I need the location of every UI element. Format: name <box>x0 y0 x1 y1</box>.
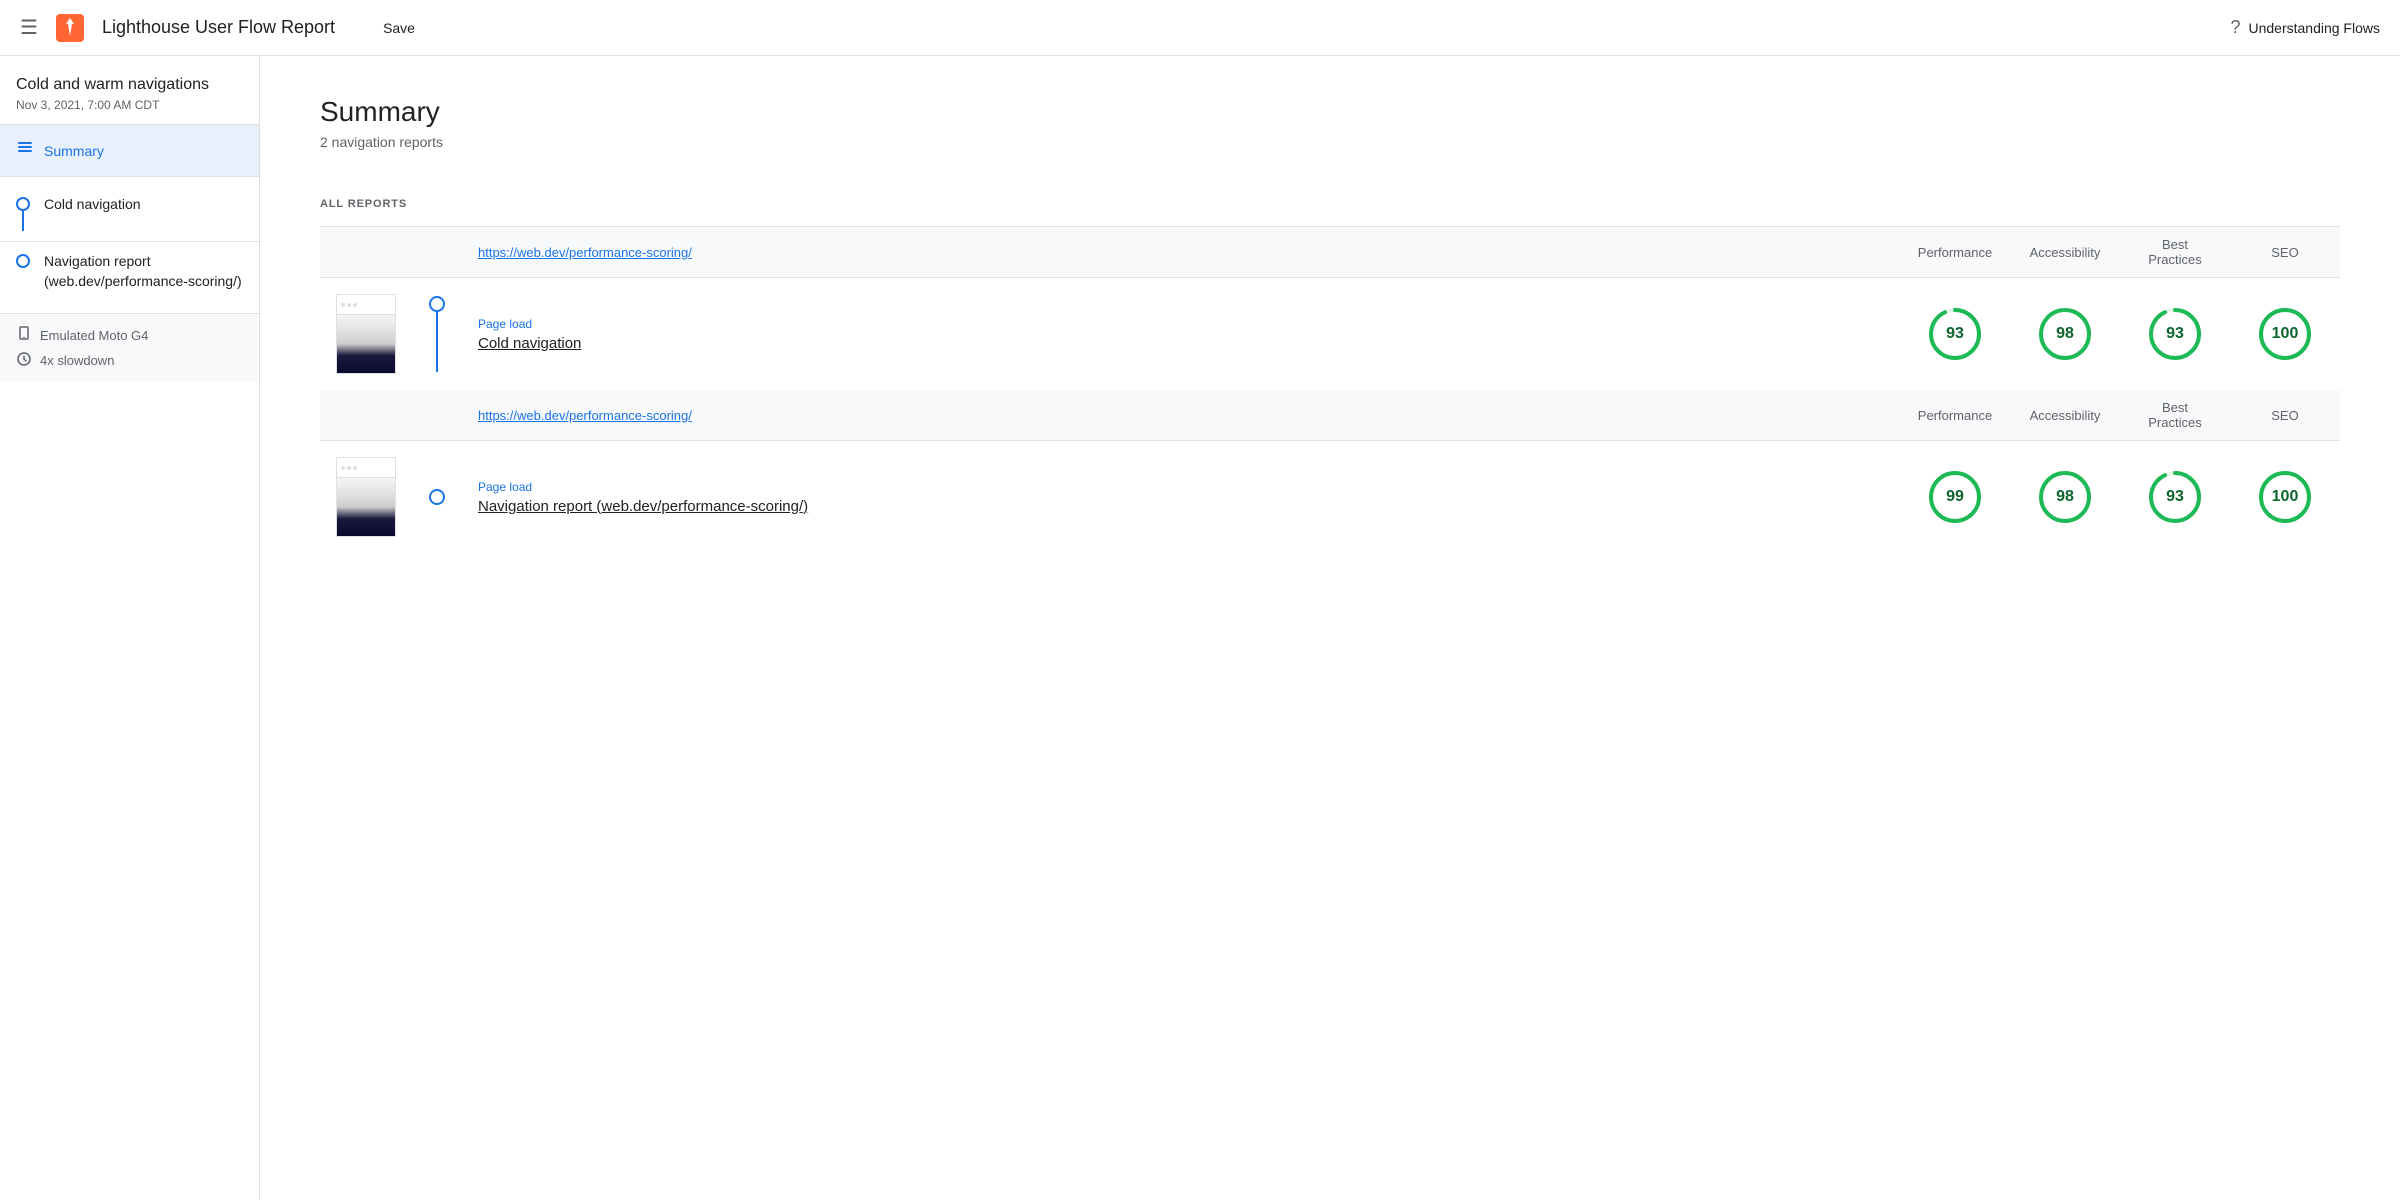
sidebar-device-info: Emulated Moto G4 4x slowdown <box>0 313 259 382</box>
summary-title: Summary <box>320 96 2340 128</box>
score-accessibility-1[interactable]: 98 <box>2010 278 2120 391</box>
score-circle-seo-1: 100 <box>2257 306 2313 362</box>
header-timeline-col <box>412 227 462 278</box>
device-label: Emulated Moto G4 <box>40 328 148 343</box>
score-value-acc-1: 98 <box>2056 325 2074 343</box>
score-performance-2[interactable]: 99 <box>1900 441 2010 554</box>
header-visual-col-2 <box>320 390 412 441</box>
col-performance-1: Performance <box>1900 227 2010 278</box>
score-seo-1[interactable]: 100 <box>2230 278 2340 391</box>
score-value-perf-1: 93 <box>1946 325 1964 343</box>
score-circle-acc-1: 98 <box>2037 306 2093 362</box>
score-circle-acc-2: 98 <box>2037 469 2093 525</box>
summary-icon <box>16 139 34 162</box>
slowdown-icon <box>16 351 32 370</box>
sidebar-project: Cold and warm navigations Nov 3, 2021, 7… <box>0 56 259 125</box>
col-seo-1: SEO <box>2230 227 2340 278</box>
col-performance-2: Performance <box>1900 390 2010 441</box>
col-seo-2: SEO <box>2230 390 2340 441</box>
timeline-col-1 <box>412 278 462 391</box>
nav-timeline-1 <box>16 197 30 231</box>
nav-dot-2 <box>16 254 30 268</box>
report-screenshot-1 <box>320 278 412 391</box>
page-load-label-1: Page load <box>478 317 1884 331</box>
score-value-seo-2: 100 <box>2272 488 2299 506</box>
score-circle-perf-1: 93 <box>1927 306 1983 362</box>
report-screenshot-2 <box>320 441 412 554</box>
report-body-row-2: Page load Navigation report (web.dev/per… <box>320 441 2340 554</box>
page-screenshot-2 <box>336 457 396 537</box>
score-performance-1[interactable]: 93 <box>1900 278 2010 391</box>
summary-subtitle: 2 navigation reports <box>320 134 2340 150</box>
score-bestpractices-1[interactable]: 93 <box>2120 278 2230 391</box>
score-bestpractices-2[interactable]: 93 <box>2120 441 2230 554</box>
col-best-practices-1: Best Practices <box>2120 227 2230 278</box>
device-info: Emulated Moto G4 <box>16 326 243 345</box>
report-table-2: https://web.dev/performance-scoring/ Per… <box>320 390 2340 553</box>
score-circle-bp-1: 93 <box>2147 306 2203 362</box>
page-screenshot-1 <box>336 294 396 374</box>
project-date: Nov 3, 2021, 7:00 AM CDT <box>16 98 243 112</box>
score-circle-seo-2: 100 <box>2257 469 2313 525</box>
timeline-line-1 <box>436 312 438 372</box>
score-value-acc-2: 98 <box>2056 488 2074 506</box>
slowdown-label: 4x slowdown <box>40 353 114 368</box>
score-accessibility-2[interactable]: 98 <box>2010 441 2120 554</box>
app-header: ☰ Lighthouse User Flow Report Save ? Und… <box>0 0 2400 56</box>
all-reports-label: ALL REPORTS <box>320 198 2340 210</box>
save-button[interactable]: Save <box>371 14 427 42</box>
header-left: ☰ Lighthouse User Flow Report Save <box>20 12 427 44</box>
score-seo-2[interactable]: 100 <box>2230 441 2340 554</box>
report-header-row-1: https://web.dev/performance-scoring/ Per… <box>320 227 2340 278</box>
summary-label: Summary <box>44 143 104 159</box>
report-body-row-1: Page load Cold navigation 93 <box>320 278 2340 391</box>
nav-label-report: Navigation report (web.dev/performance-s… <box>44 252 243 291</box>
report-info-1: Page load Cold navigation <box>462 278 1900 391</box>
col-accessibility-2: Accessibility <box>2010 390 2120 441</box>
report-url-2[interactable]: https://web.dev/performance-scoring/ <box>462 390 1900 441</box>
timeline-col-2 <box>412 441 462 554</box>
sidebar-item-cold-navigation[interactable]: Cold navigation <box>0 185 259 242</box>
summary-section: Summary 2 navigation reports <box>320 96 2340 150</box>
lighthouse-logo <box>54 12 86 44</box>
all-reports-section: ALL REPORTS https://web.dev/performance-… <box>320 198 2340 553</box>
project-title: Cold and warm navigations <box>16 76 243 94</box>
device-icon <box>16 326 32 345</box>
score-value-bp-2: 93 <box>2166 488 2184 506</box>
sidebar-nav: Cold navigation Navigation report (web.d… <box>0 177 259 309</box>
report-info-2: Page load Navigation report (web.dev/per… <box>462 441 1900 554</box>
score-circle-perf-2: 99 <box>1927 469 1983 525</box>
sidebar: Cold and warm navigations Nov 3, 2021, 7… <box>0 56 260 1200</box>
sidebar-item-navigation-report[interactable]: Navigation report (web.dev/performance-s… <box>0 242 259 301</box>
understanding-flows-label: Understanding Flows <box>2248 20 2380 36</box>
nav-timeline-2 <box>16 254 30 268</box>
slowdown-info: 4x slowdown <box>16 351 243 370</box>
report-url-1[interactable]: https://web.dev/performance-scoring/ <box>462 227 1900 278</box>
nav-line-1 <box>22 211 24 231</box>
sidebar-summary[interactable]: Summary <box>0 125 259 177</box>
main-content: Summary 2 navigation reports ALL REPORTS… <box>260 56 2400 1200</box>
score-value-seo-1: 100 <box>2272 325 2299 343</box>
help-icon: ? <box>2230 17 2240 38</box>
header-timeline-col-2 <box>412 390 462 441</box>
col-accessibility-1: Accessibility <box>2010 227 2120 278</box>
score-value-bp-1: 93 <box>2166 325 2184 343</box>
nav-dot-1 <box>16 197 30 211</box>
timeline-dot-1 <box>429 296 445 312</box>
nav-link-1[interactable]: Cold navigation <box>478 335 581 352</box>
main-layout: Cold and warm navigations Nov 3, 2021, 7… <box>0 56 2400 1200</box>
report-header-row-2: https://web.dev/performance-scoring/ Per… <box>320 390 2340 441</box>
col-best-practices-2: Best Practices <box>2120 390 2230 441</box>
app-title: Lighthouse User Flow Report <box>102 17 335 38</box>
nav-label-cold: Cold navigation <box>44 195 141 215</box>
understanding-flows-link[interactable]: ? Understanding Flows <box>2230 17 2380 38</box>
timeline-dot-2 <box>429 489 445 505</box>
header-visual-col <box>320 227 412 278</box>
score-circle-bp-2: 93 <box>2147 469 2203 525</box>
page-load-label-2: Page load <box>478 480 1884 494</box>
nav-link-2[interactable]: Navigation report (web.dev/performance-s… <box>478 498 808 515</box>
score-value-perf-2: 99 <box>1946 488 1964 506</box>
menu-icon[interactable]: ☰ <box>20 15 38 40</box>
report-table-1: https://web.dev/performance-scoring/ Per… <box>320 227 2340 390</box>
